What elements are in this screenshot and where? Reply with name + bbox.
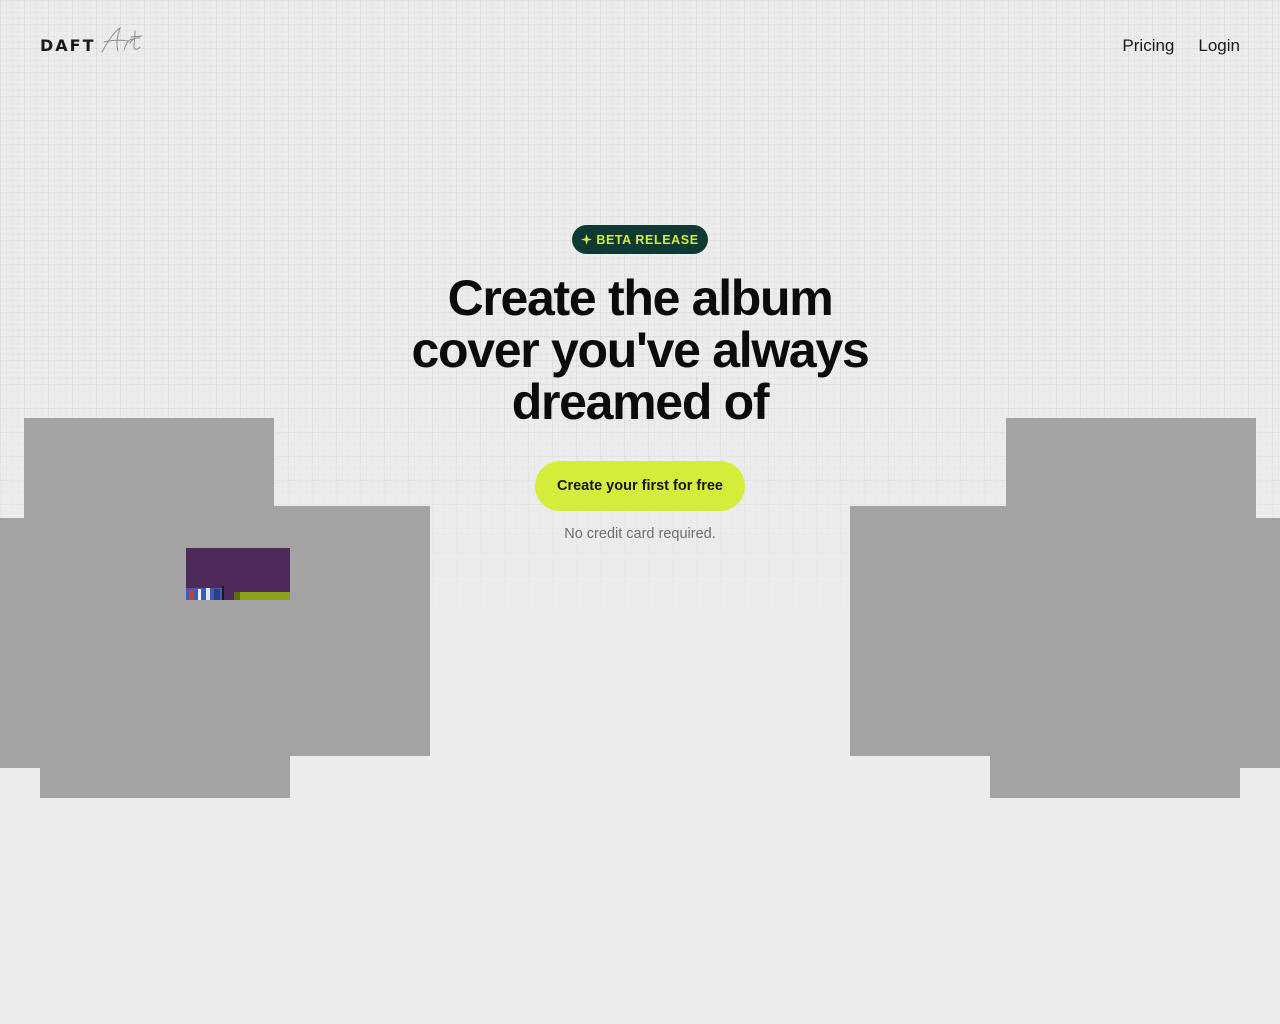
headline-line-2: cover you've always — [411, 322, 870, 378]
no-credit-card-note: No credit card required. — [564, 526, 716, 542]
logo[interactable]: DAFT — [40, 26, 144, 60]
logo-script-art — [101, 26, 143, 53]
album-cover-image — [990, 548, 1240, 798]
beta-release-badge: BETA RELEASE — [572, 225, 708, 254]
site-header: DAFT Pricing Login — [0, 0, 1280, 96]
logo-wordmark: DAFT — [40, 35, 96, 55]
nav-link-pricing[interactable]: Pricing — [1122, 36, 1174, 56]
top-nav: Pricing Login — [1122, 36, 1240, 56]
hero-headline: Create the album cover you've always dre… — [340, 272, 940, 428]
album-cover-thumbnail — [186, 548, 290, 600]
headline-line-1: Create the album — [447, 270, 834, 326]
create-first-cover-button[interactable]: Create your first for free — [535, 461, 745, 511]
sparkle-icon — [581, 234, 593, 245]
badge-label: BETA RELEASE — [596, 232, 699, 247]
nav-link-login[interactable]: Login — [1198, 36, 1240, 56]
headline-line-3: dreamed of — [511, 374, 770, 430]
